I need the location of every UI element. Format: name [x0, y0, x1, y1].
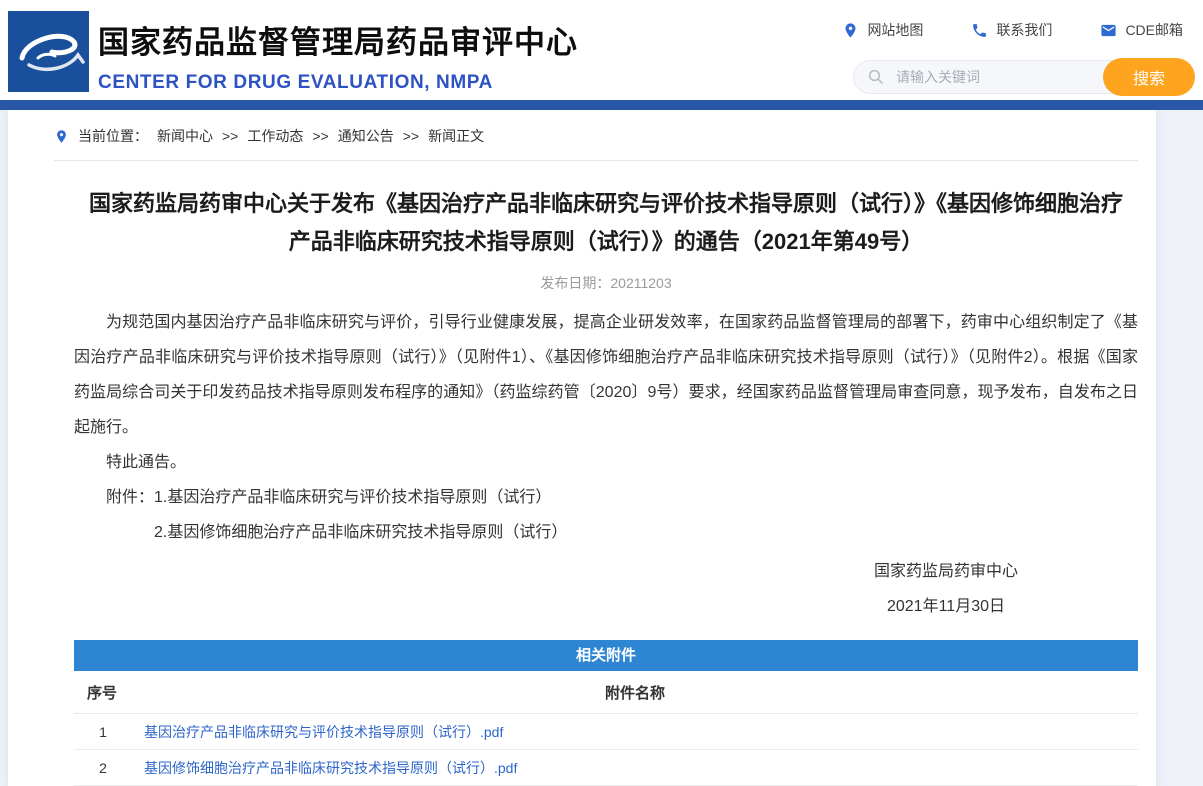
- quick-links: 网站地图 联系我们 CDE邮箱: [842, 20, 1183, 40]
- site-subtitle: CENTER FOR DRUG EVALUATION, NMPA: [98, 72, 578, 94]
- row-index: 2: [74, 760, 132, 776]
- attachment-link-2[interactable]: 基因修饰细胞治疗产品非临床研究技术指导原则（试行）.pdf: [144, 760, 517, 776]
- article-attachment-line-2: 2.基因修饰细胞治疗产品非临床研究技术指导原则（试行）: [74, 515, 1138, 550]
- article-title: 国家药监局药审中心关于发布《基因治疗产品非临床研究与评价技术指导原则（试行）》《…: [74, 185, 1138, 261]
- contact-link[interactable]: 联系我们: [971, 20, 1052, 40]
- site-header: 国家药品监督管理局药品审评中心 CENTER FOR DRUG EVALUATI…: [0, 0, 1203, 100]
- article-date-value: 20211203: [610, 275, 671, 291]
- table-row: 1 基因治疗产品非临床研究与评价技术指导原则（试行）.pdf: [74, 714, 1138, 750]
- article-notice-line: 特此通告。: [74, 445, 1138, 480]
- cde-mail-link-label: CDE邮箱: [1125, 20, 1183, 40]
- search-bar: 搜索: [853, 60, 1193, 94]
- search-button[interactable]: 搜索: [1103, 58, 1195, 96]
- attachment-link-1[interactable]: 基因治疗产品非临床研究与评价技术指导原则（试行）.pdf: [144, 724, 503, 740]
- article-signature: 国家药监局药审中心 2021年11月30日: [74, 554, 1138, 624]
- breadcrumb-prefix: 当前位置：: [78, 126, 148, 146]
- article-date-label: 发布日期：: [540, 275, 610, 291]
- article-date: 发布日期：20211203: [74, 273, 1138, 293]
- signature-date: 2021年11月30日: [874, 589, 1018, 624]
- cde-mail-link[interactable]: CDE邮箱: [1100, 20, 1183, 40]
- table-row: 2 基因修饰细胞治疗产品非临床研究技术指导原则（试行）.pdf: [74, 750, 1138, 786]
- site-logo[interactable]: [8, 11, 89, 92]
- location-pin-icon: [842, 22, 859, 39]
- search-icon: [867, 68, 885, 86]
- row-index: 1: [74, 724, 132, 740]
- breadcrumb-separator: >>: [403, 128, 419, 144]
- breadcrumb-item-work-updates[interactable]: 工作动态: [247, 126, 303, 146]
- envelope-icon: [1100, 22, 1117, 39]
- article-paragraph-1: 为规范国内基因治疗产品非临床研究与评价，引导行业健康发展，提高企业研发效率，在国…: [74, 305, 1138, 445]
- breadcrumb-item-notices[interactable]: 通知公告: [338, 126, 394, 146]
- attachments-table-header-row: 序号 附件名称: [74, 671, 1138, 714]
- content-card: 当前位置： 新闻中心 >> 工作动态 >> 通知公告 >> 新闻正文 国家药监局…: [8, 110, 1156, 786]
- breadcrumb-separator: >>: [312, 128, 328, 144]
- sitemap-link[interactable]: 网站地图: [842, 20, 923, 40]
- breadcrumb: 当前位置： 新闻中心 >> 工作动态 >> 通知公告 >> 新闻正文: [54, 126, 1138, 146]
- breadcrumb-pin-icon: [54, 129, 69, 144]
- article-body: 为规范国内基因治疗产品非临床研究与评价，引导行业健康发展，提高企业研发效率，在国…: [74, 305, 1138, 550]
- column-header-name: 附件名称: [132, 682, 1138, 703]
- breadcrumb-item-article[interactable]: 新闻正文: [428, 126, 484, 146]
- breadcrumb-item-news-center[interactable]: 新闻中心: [157, 126, 213, 146]
- swan-swirl-icon: [8, 11, 89, 92]
- attachments-table: 相关附件 序号 附件名称 1 基因治疗产品非临床研究与评价技术指导原则（试行）.…: [74, 640, 1138, 786]
- site-title[interactable]: 国家药品监督管理局药品审评中心: [98, 17, 578, 62]
- header-divider-bar: [0, 100, 1203, 110]
- sitemap-link-label: 网站地图: [867, 20, 923, 40]
- attachments-table-title: 相关附件: [74, 640, 1138, 671]
- contact-link-label: 联系我们: [996, 20, 1052, 40]
- breadcrumb-divider: [54, 160, 1138, 161]
- phone-icon: [971, 22, 988, 39]
- breadcrumb-separator: >>: [222, 128, 238, 144]
- signature-org: 国家药监局药审中心: [874, 554, 1018, 589]
- column-header-index: 序号: [74, 682, 132, 703]
- brand-block: 国家药品监督管理局药品审评中心 CENTER FOR DRUG EVALUATI…: [98, 17, 578, 94]
- article-attachment-line-1: 附件：1.基因治疗产品非临床研究与评价技术指导原则（试行）: [74, 480, 1138, 515]
